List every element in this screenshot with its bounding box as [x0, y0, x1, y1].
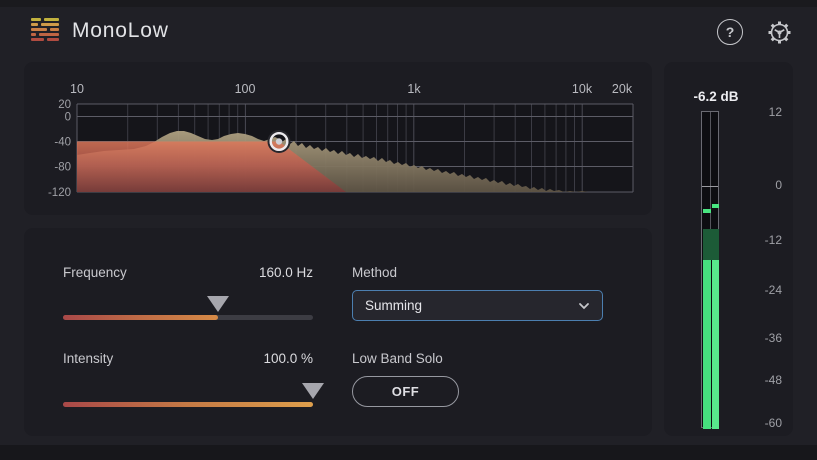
meter-scale-label: -48 [764, 373, 782, 387]
db-tick-label: -80 [54, 162, 71, 174]
intensity-value: 100.0 % [263, 351, 313, 366]
logo-bar [31, 23, 38, 26]
low-band-solo-state: OFF [391, 384, 420, 399]
db-tick-label: -120 [48, 187, 71, 199]
frequency-slider-track[interactable] [63, 315, 313, 320]
settings-button[interactable] [764, 17, 795, 48]
logo-bar [50, 28, 59, 31]
method-selected-value: Summing [365, 298, 423, 313]
logo-bar [31, 28, 47, 31]
frequency-label: Frequency [63, 265, 127, 280]
meter-scale-label: 12 [768, 105, 782, 119]
meter-scale-label: -60 [764, 416, 782, 430]
page-title: MonoLow [72, 19, 169, 42]
freq-tick-label: 10k [572, 82, 593, 96]
meter-segment [703, 229, 719, 260]
method-label: Method [352, 265, 398, 280]
plugin-window: MonoLow ? 10 100 1k 10k 20k 20 0 -40 -80 -120 Fre… [0, 0, 817, 460]
meter-zero-line [702, 186, 718, 187]
meter-scale-label: 0 [775, 178, 782, 192]
intensity-label: Intensity [63, 351, 114, 366]
spectrum-panel: 10 100 1k 10k 20k 20 0 -40 -80 -120 [24, 62, 652, 215]
logo-bar [31, 18, 41, 21]
meter-segment [711, 204, 719, 208]
gear-icon [768, 21, 791, 44]
intensity-slider-fill [63, 402, 313, 407]
intensity-slider[interactable] [63, 383, 324, 409]
logo-bar [44, 18, 59, 21]
frequency-slider[interactable] [63, 296, 313, 322]
frequency-slider-handle[interactable] [207, 296, 229, 312]
meter-segment [703, 260, 711, 429]
meter-readout: -6.2 dB [693, 89, 739, 104]
meter-scale-label: -24 [764, 283, 782, 297]
freq-tick-label: 20k [612, 82, 633, 96]
intensity-slider-track[interactable] [63, 402, 313, 407]
app-logo-icon [31, 18, 59, 41]
freq-tick-label: 1k [407, 82, 421, 96]
logo-bar [41, 23, 59, 26]
method-dropdown[interactable]: Summing [352, 290, 603, 321]
db-tick-label: 20 [58, 99, 71, 111]
level-meter [701, 111, 719, 429]
meter-scale-label: -36 [764, 331, 782, 345]
window-top-edge [0, 0, 817, 7]
control-panel: Frequency 160.0 Hz Intensity 100.0 % Met… [24, 228, 652, 436]
meter-panel: -6.2 dB 12 0 -12 -24 -36 -48 -60 [664, 62, 793, 436]
low-band-solo-toggle[interactable]: OFF [352, 376, 459, 407]
spectrum-analyzer: 10 100 1k 10k 20k 200 -40 -80 -120 [48, 82, 634, 199]
question-mark-icon: ? [725, 24, 735, 40]
logo-bar [47, 38, 59, 41]
meter-scale-label: -12 [764, 233, 782, 247]
intensity-slider-handle[interactable] [302, 383, 324, 399]
logo-bar [31, 38, 44, 41]
window-bottom-edge [0, 445, 817, 460]
crossover-marker-dot[interactable] [275, 138, 283, 145]
db-tick-label: -40 [54, 137, 71, 149]
meter-segment [711, 260, 719, 429]
meter-segment [703, 209, 711, 213]
frequency-slider-fill [63, 315, 218, 320]
low-band-solo-label: Low Band Solo [352, 351, 443, 366]
freq-tick-label: 10 [70, 82, 84, 96]
db-tick-label: 0 [65, 112, 71, 124]
logo-bar [31, 33, 36, 36]
freq-tick-label: 100 [235, 82, 256, 96]
help-button[interactable]: ? [717, 19, 743, 45]
frequency-value: 160.0 Hz [258, 265, 313, 280]
logo-bar [39, 33, 59, 36]
chevron-down-icon [579, 302, 589, 309]
header: MonoLow ? [0, 7, 817, 60]
